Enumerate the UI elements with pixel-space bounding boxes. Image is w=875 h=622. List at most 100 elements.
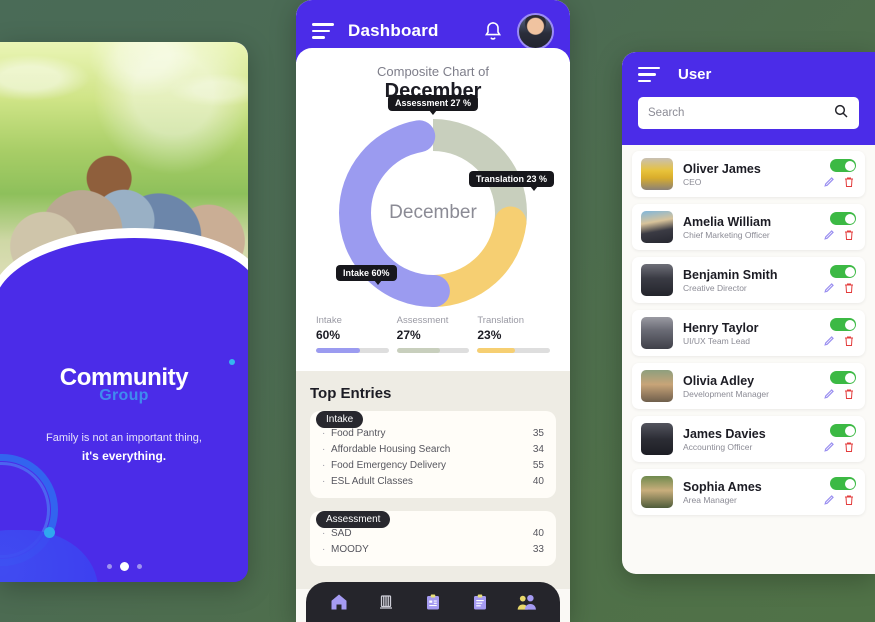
stat-progress-bar (396, 348, 470, 353)
chart-tooltip-intake: Intake 60% (336, 265, 397, 285)
pencil-icon[interactable] (823, 493, 836, 507)
clipboard-check-icon[interactable] (469, 591, 491, 613)
trash-icon[interactable] (843, 387, 856, 401)
status-toggle[interactable] (830, 159, 856, 172)
user-role: Chief Marketing Officer (683, 229, 770, 240)
stat-value: 60% (316, 328, 341, 342)
bullet-icon: · (322, 527, 326, 539)
stat-progress-fill (316, 348, 360, 353)
tooltip-text-translation: Translation 23 % (475, 174, 547, 184)
users-panel: User Oliver James CEO (622, 52, 875, 574)
trash-icon[interactable] (843, 281, 856, 295)
stat-value: 27% (396, 328, 421, 342)
top-entries-section: Top Entries Intake · Food Pantry 35 · Af… (296, 371, 570, 589)
stat-label: Intake (316, 315, 342, 326)
pencil-icon[interactable] (823, 334, 836, 348)
trash-icon[interactable] (843, 228, 856, 242)
entry-name: MOODY (331, 543, 369, 555)
row-actions (823, 159, 856, 189)
donut-center-label: December (389, 202, 477, 223)
hamburger-icon[interactable] (638, 66, 660, 83)
status-toggle[interactable] (830, 318, 856, 331)
tagline-line-2: it's everything. (81, 449, 167, 464)
pencil-icon[interactable] (823, 228, 836, 242)
carousel-pagination[interactable] (0, 562, 248, 571)
pencil-icon[interactable] (823, 387, 836, 401)
status-toggle[interactable] (830, 477, 856, 490)
entry-value: 40 (532, 527, 544, 539)
entry-group-intake: Intake · Food Pantry 35 · Affordable Hou… (310, 411, 556, 498)
row-actions (823, 424, 856, 454)
pencil-icon[interactable] (823, 440, 836, 454)
user-role: CEO (683, 176, 702, 187)
trash-icon[interactable] (843, 440, 856, 454)
table-row[interactable]: Henry Taylor UI/UX Team Lead (632, 310, 865, 356)
avatar (641, 476, 673, 508)
row-actions (823, 318, 856, 348)
decorative-dot (44, 527, 55, 538)
entry-value: 33 (532, 543, 544, 555)
tooltip-text-intake: Intake 60% (343, 268, 390, 278)
table-row[interactable]: Olivia Adley Development Manager (632, 363, 865, 409)
app-logo: Community Group (0, 359, 248, 405)
pencil-icon[interactable] (823, 175, 836, 189)
chart-tooltip-assessment: Assessment 27 % (387, 95, 479, 115)
list-item[interactable]: · Affordable Housing Search 34 (322, 441, 544, 457)
row-icon-group (823, 440, 856, 454)
stat-progress-bar (316, 348, 389, 353)
logo-dot-icon (229, 359, 235, 365)
table-row[interactable]: James Davies Accounting Officer (632, 416, 865, 462)
search-input[interactable] (648, 107, 833, 119)
clipboard-list-icon[interactable] (422, 591, 444, 613)
avatar[interactable] (517, 12, 554, 50)
search-bar[interactable] (638, 97, 859, 129)
chart-subtitle: Composite Chart of (377, 64, 489, 79)
trash-icon[interactable] (843, 175, 856, 189)
avatar (641, 158, 673, 190)
table-row[interactable]: Oliver James CEO (632, 151, 865, 197)
table-row[interactable]: Benjamin Smith Creative Director (632, 257, 865, 303)
row-actions (823, 212, 856, 242)
home-icon[interactable] (328, 591, 350, 613)
trash-icon[interactable] (843, 334, 856, 348)
people-icon[interactable] (516, 591, 538, 613)
onboarding-splash-panel: Community Group Family is not an importa… (0, 42, 248, 582)
user-meta: Sophia Ames Area Manager (683, 480, 823, 505)
user-meta: Oliver James CEO (683, 162, 823, 187)
bottom-navigation-bar (306, 582, 560, 622)
carousel-dot-active[interactable] (119, 562, 129, 571)
status-toggle[interactable] (830, 371, 856, 384)
hamburger-icon[interactable] (312, 23, 334, 39)
header-actions (483, 12, 554, 50)
list-item[interactable]: · ESL Adult Classes 40 (322, 473, 544, 489)
bullet-icon: · (322, 543, 326, 555)
status-toggle[interactable] (830, 212, 856, 225)
stat-progress-fill (396, 348, 441, 353)
table-row[interactable]: Amelia William Chief Marketing Officer (632, 204, 865, 250)
trash-icon[interactable] (843, 493, 856, 507)
pencil-icon[interactable] (823, 281, 836, 295)
notification-bell-icon[interactable] (483, 20, 503, 42)
user-name: Oliver James (683, 161, 761, 176)
carousel-dot[interactable] (106, 564, 112, 569)
table-row[interactable]: Sophia Ames Area Manager (632, 469, 865, 515)
status-toggle[interactable] (830, 424, 856, 437)
logo-secondary-text: Group (99, 387, 149, 404)
user-name: Olivia Adley (683, 373, 755, 388)
row-icon-group (823, 387, 856, 401)
entry-group-assessment: Assessment · SAD 40 · MOODY 33 (310, 511, 556, 566)
list-item[interactable]: · Food Emergency Delivery 55 (322, 457, 544, 473)
row-icon-group (823, 281, 856, 295)
user-role: UI/UX Team Lead (683, 335, 750, 346)
stat-progress-fill (477, 348, 516, 353)
search-icon[interactable] (833, 103, 849, 124)
carousel-dot[interactable] (136, 564, 142, 569)
dashboard-panel: Dashboard Composite Chart of December De… (296, 0, 570, 622)
entry-name: SAD (331, 527, 352, 539)
assessment-icon[interactable] (375, 591, 397, 613)
entry-name: Food Emergency Delivery (331, 459, 447, 471)
chart-tooltip-translation: Translation 23 % (468, 171, 554, 191)
list-item[interactable]: · MOODY 33 (322, 541, 544, 557)
status-toggle[interactable] (830, 265, 856, 278)
user-meta: Benjamin Smith Creative Director (683, 268, 823, 293)
